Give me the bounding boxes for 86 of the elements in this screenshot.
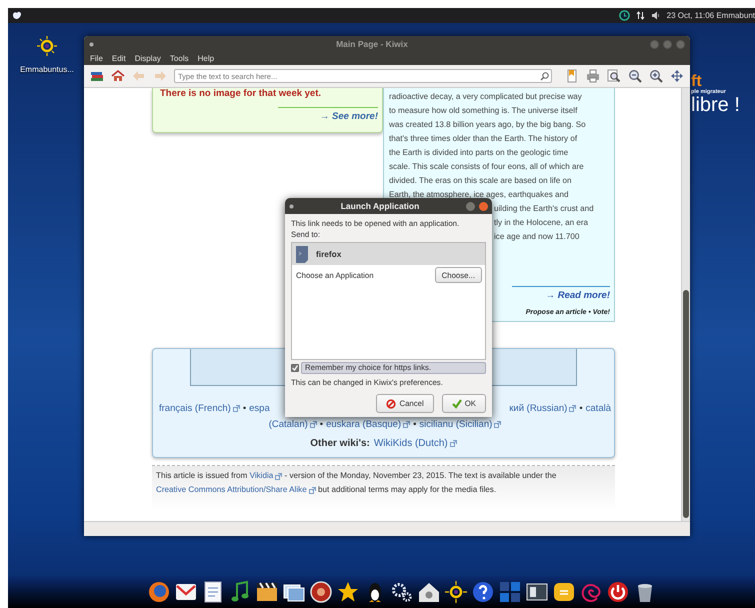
external-link-icon [310, 420, 317, 428]
language-link[interactable]: català [586, 402, 611, 414]
language-link[interactable]: (Catalan) [268, 418, 317, 430]
menu-item[interactable]: File [90, 54, 103, 63]
read-more-link[interactable]: → Read more! [546, 290, 610, 301]
gears-icon[interactable] [390, 580, 414, 604]
zoom-in-icon[interactable] [649, 69, 663, 83]
cancel-icon [386, 398, 396, 408]
external-link-icon [308, 486, 316, 494]
zoom-out-icon[interactable] [628, 69, 642, 83]
home-icon[interactable] [416, 580, 440, 604]
window-menu-icon[interactable] [89, 42, 94, 46]
source-link[interactable]: Vikidia [250, 469, 282, 483]
window-menu-icon[interactable] [289, 204, 294, 208]
sun-logo-icon[interactable] [444, 580, 468, 604]
article-text-line: was created 13.8 billion years ago, by the big bang. So [389, 120, 586, 129]
language-link[interactable]: кий (Russian) [509, 402, 576, 414]
zoom-fit-icon[interactable] [607, 69, 621, 83]
external-link-icon [275, 472, 282, 480]
article-text-line: scale. This scale consists of four eons, all of which are [389, 162, 584, 171]
menu-item[interactable]: Help [198, 54, 214, 63]
notice-text: There is no image for that week yet. [160, 88, 322, 99]
separator-dot: • [413, 418, 416, 430]
article-text-line: divided. The eras on this scale are based on life on [389, 176, 572, 185]
check-icon [452, 398, 462, 408]
external-link-icon [494, 420, 502, 428]
sun-logo-icon[interactable] [36, 35, 58, 57]
article-text-line: that's three times older than the Earth. The history of [389, 134, 578, 143]
bookmark-icon[interactable] [565, 69, 579, 83]
window-title: Main Page - Kiwix [335, 39, 409, 49]
wallpaper-text: libre ! [691, 94, 740, 117]
article-text-line: radioactive decay, a very complicated but precise way [389, 92, 582, 101]
menu-item[interactable]: Edit [112, 54, 126, 63]
clock-icon[interactable] [618, 10, 630, 21]
language-link[interactable]: français (French) [159, 402, 240, 414]
license-text: This article is issued from Vikidia - version of the Monday, November 23, 2015. The text is available under the Creative Commons Attribution/Share Alike but additional terms may apply for the media files. [156, 469, 611, 497]
scrollbar[interactable] [681, 88, 690, 521]
application-name: firefox [316, 249, 342, 259]
external-link-icon [232, 404, 240, 412]
external-link-icon [403, 420, 410, 428]
note-icon[interactable] [552, 580, 576, 604]
wiki-link[interactable]: WikiKids (Dutch) [374, 438, 457, 449]
star-icon[interactable] [336, 580, 360, 604]
external-link-icon [450, 440, 457, 447]
other-wikis-label: Other wiki's: [310, 438, 370, 449]
see-more-link[interactable]: → See more! [320, 111, 378, 122]
check-icon [292, 365, 298, 371]
article-text-line: ice age and now 11.700 [494, 232, 580, 241]
volume-icon[interactable] [650, 11, 661, 20]
separator-dot: • [320, 418, 324, 430]
application-item[interactable]: firefox [292, 243, 485, 265]
article-text-line: the Earth is divided into parts on the geologic time [389, 148, 568, 157]
article-text-line: Earth, the atmosphere, ice ages, earthquakes and [389, 190, 569, 199]
disc-icon[interactable] [308, 580, 332, 604]
close-button[interactable] [479, 202, 488, 210]
power-icon[interactable] [606, 580, 630, 604]
printer-icon[interactable] [586, 69, 600, 83]
dialog-title: Launch Application [340, 201, 420, 211]
minimize-button[interactable] [466, 202, 475, 210]
language-link[interactable]: espa [249, 402, 270, 414]
language-link[interactable]: euskara (Basque) [326, 418, 410, 430]
separator-dot: • [579, 402, 583, 414]
four-arrows-icon[interactable] [670, 69, 684, 83]
workspaces-icon[interactable] [498, 580, 522, 604]
desktop-icon-label[interactable]: Emmabuntus... [20, 65, 74, 74]
remember-checkbox[interactable] [291, 364, 299, 372]
clapperboard-icon[interactable] [254, 580, 278, 604]
globe-icon[interactable] [146, 580, 170, 604]
network-icon[interactable] [636, 11, 645, 20]
clock-text: 23 Oct, 11:06 Emmabunt [666, 11, 755, 20]
external-link-icon [569, 404, 576, 412]
scrollbar-thumb[interactable] [683, 290, 689, 518]
books-icon[interactable] [90, 69, 104, 83]
wallpaper-text: ft [691, 73, 702, 90]
application-icon [296, 246, 308, 262]
search-icon[interactable] [540, 72, 549, 80]
menu-item[interactable]: Tools [170, 54, 189, 63]
language-link[interactable]: sicilianu (Sicilian) [419, 418, 502, 430]
source-link[interactable]: Creative Commons Attribution/Share Alike [156, 483, 316, 497]
help-icon[interactable] [470, 580, 494, 604]
app-menu-icon[interactable] [12, 11, 22, 20]
menu-item[interactable]: Display [134, 54, 161, 63]
article-text-line: uilding the Earth's crust and [494, 204, 594, 213]
separator-dot: • [242, 402, 246, 414]
article-text-line: tly in the Holocene, an era [494, 218, 588, 227]
article-text-line: to measure how old something is. The universe itself [389, 106, 578, 115]
